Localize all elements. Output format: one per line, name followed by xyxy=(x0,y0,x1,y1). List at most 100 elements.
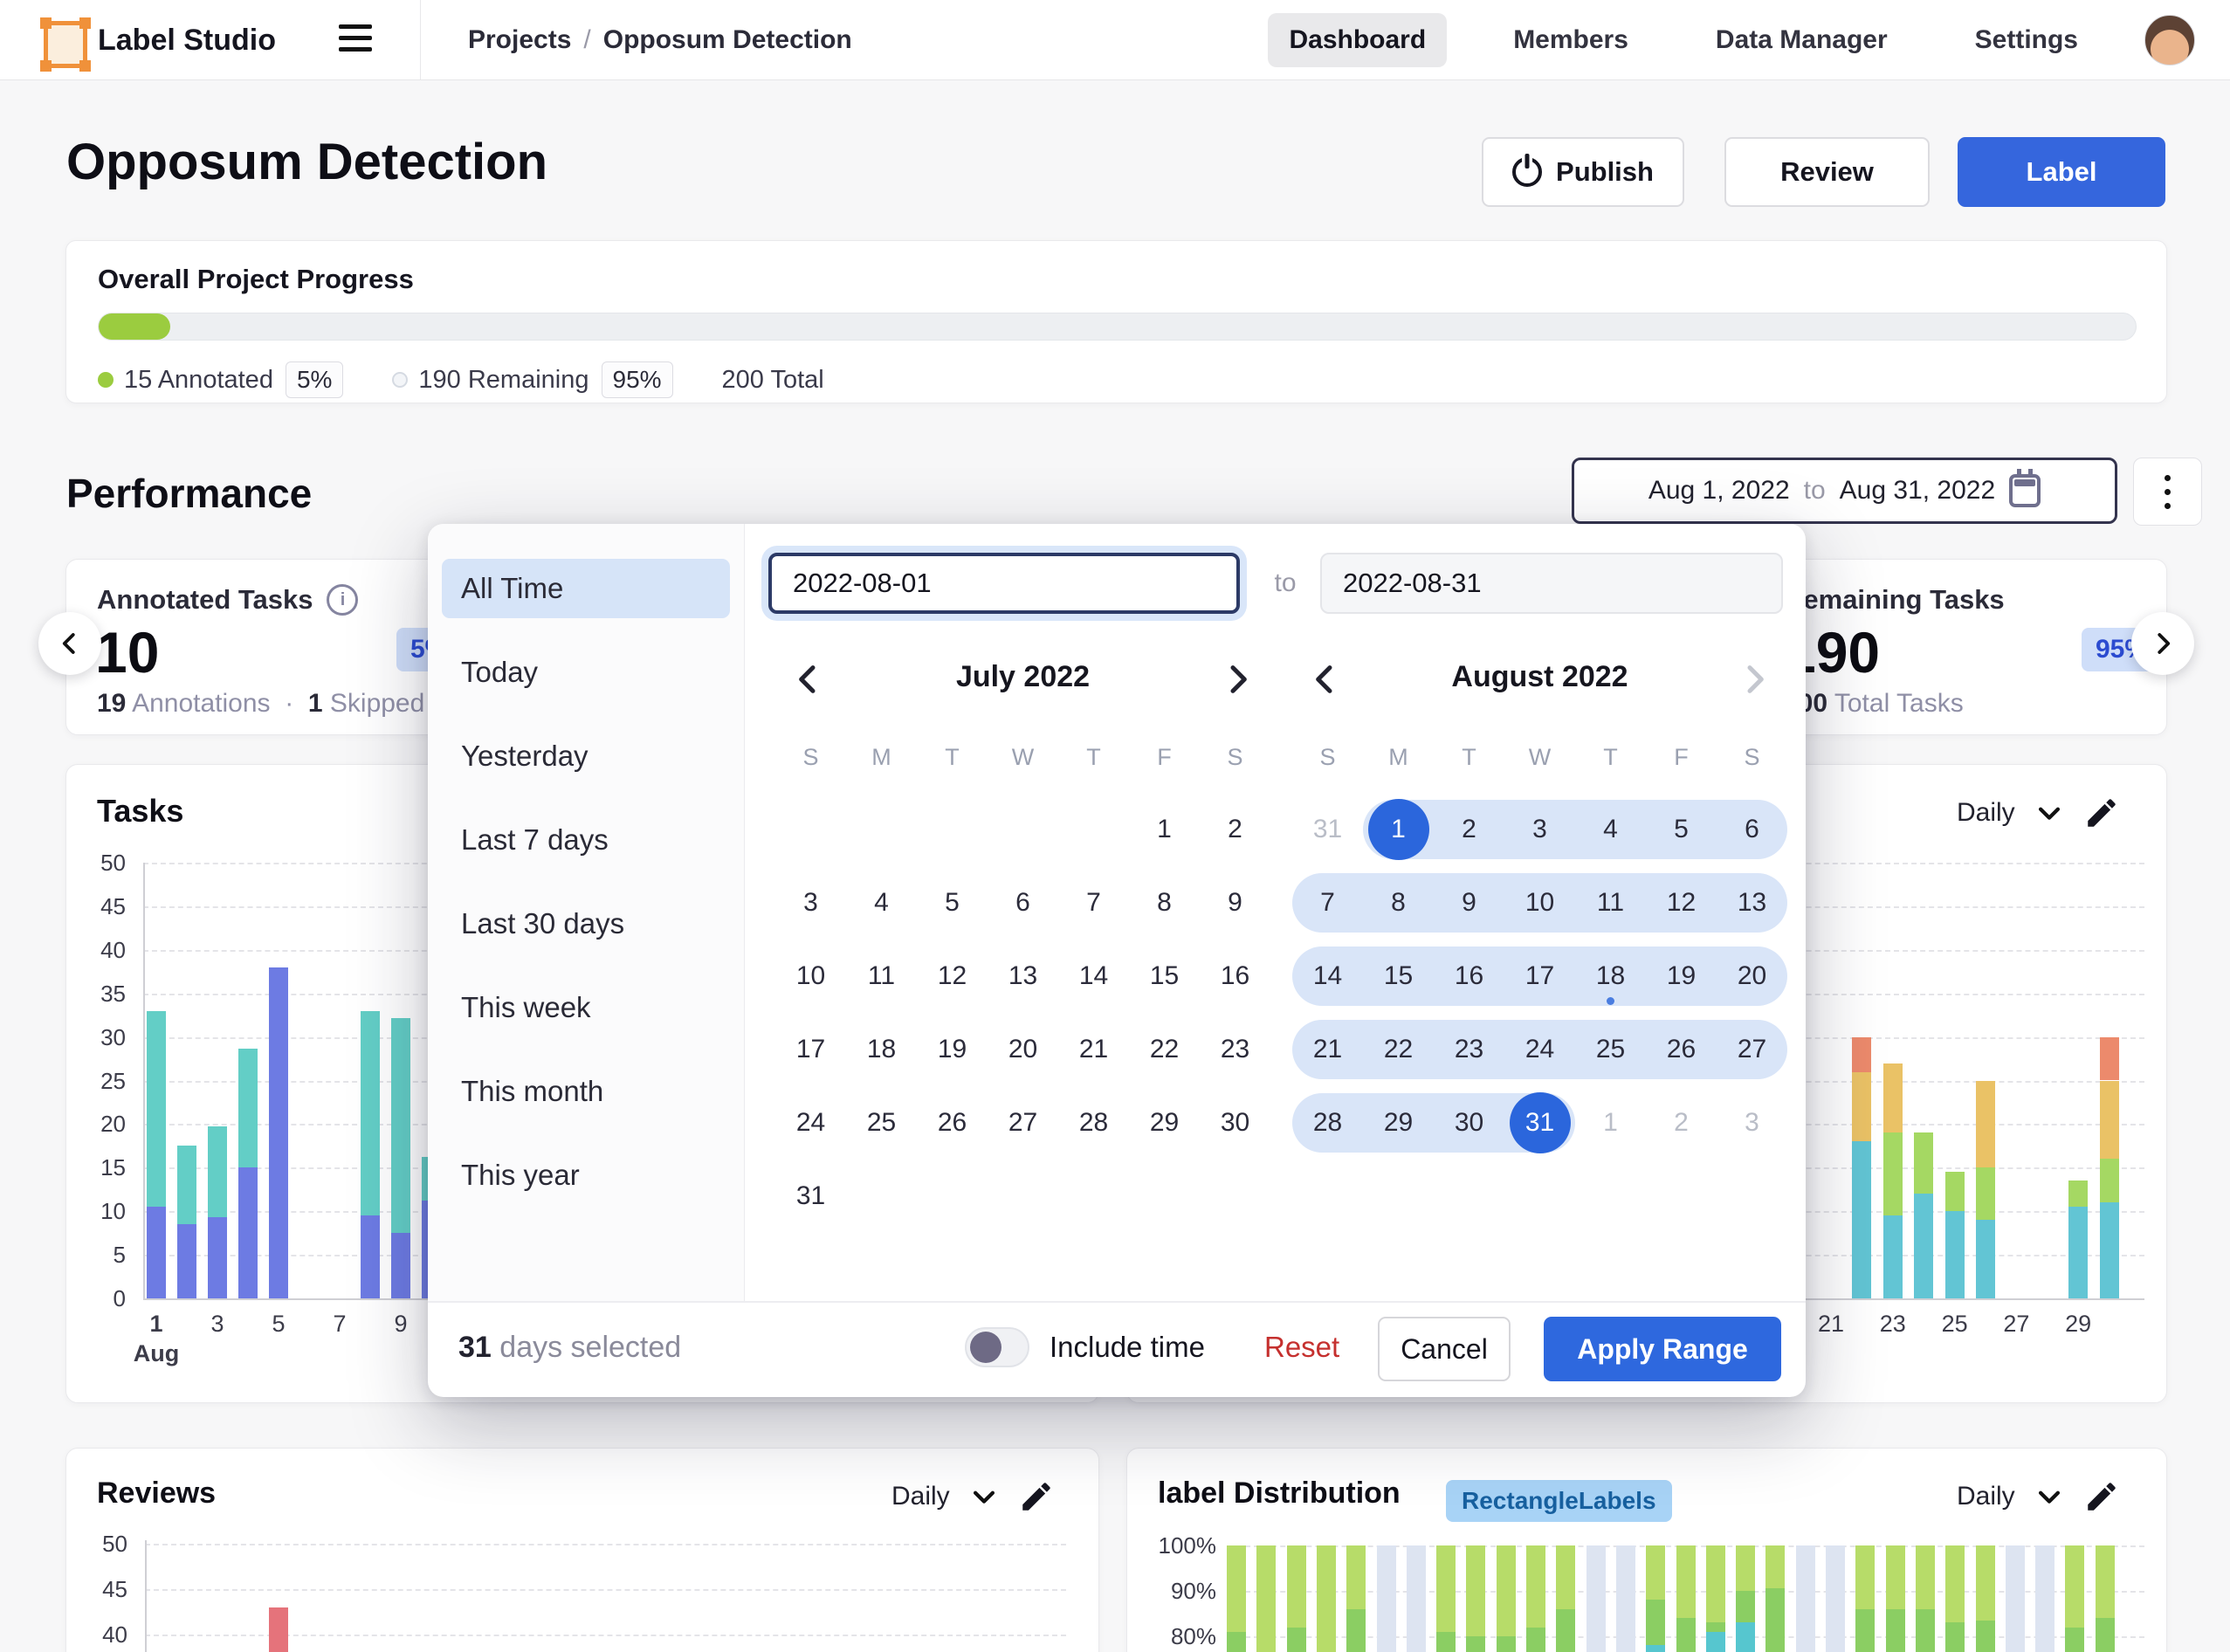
calendar-day-31[interactable]: 31 xyxy=(775,1160,846,1233)
calendar-day-15[interactable]: 15 xyxy=(1363,940,1434,1013)
tab-data-manager[interactable]: Data Manager xyxy=(1695,13,1909,67)
calendar-day-20[interactable]: 20 xyxy=(1717,940,1787,1013)
distribution-period-control[interactable]: Daily xyxy=(1957,1478,2120,1515)
calendar-day-11[interactable]: 11 xyxy=(1575,866,1646,940)
calendar-day-9[interactable]: 9 xyxy=(1200,866,1270,940)
calendar-day-31[interactable]: 31 xyxy=(1504,1086,1575,1160)
calendar-day-24[interactable]: 24 xyxy=(1504,1013,1575,1086)
calendar-day-14[interactable]: 14 xyxy=(1292,940,1363,1013)
calendar-day-4[interactable]: 4 xyxy=(846,866,917,940)
calendar-day-26[interactable]: 26 xyxy=(1646,1013,1717,1086)
preset-this-week[interactable]: This week xyxy=(442,978,730,1037)
calendar-day-7[interactable]: 7 xyxy=(1058,866,1129,940)
calendar-day-4[interactable]: 4 xyxy=(1575,793,1646,866)
breadcrumb-projects[interactable]: Projects xyxy=(468,25,571,54)
calendar-day-6[interactable]: 6 xyxy=(988,866,1058,940)
preset-today[interactable]: Today xyxy=(442,643,730,702)
calendar-day-10[interactable]: 10 xyxy=(1504,866,1575,940)
calendar-day-21[interactable]: 21 xyxy=(1292,1013,1363,1086)
tab-dashboard[interactable]: Dashboard xyxy=(1268,13,1447,67)
info-icon[interactable]: i xyxy=(327,584,358,616)
preset-yesterday[interactable]: Yesterday xyxy=(442,726,730,786)
start-date-input[interactable]: 2022-08-01 xyxy=(768,553,1240,614)
calendar-day-21[interactable]: 21 xyxy=(1058,1013,1129,1086)
calendar-day-22[interactable]: 22 xyxy=(1363,1013,1434,1086)
calendar-day-3[interactable]: 3 xyxy=(1504,793,1575,866)
calendar-day-3[interactable]: 3 xyxy=(1717,1086,1787,1160)
calendar-day-16[interactable]: 16 xyxy=(1200,940,1270,1013)
cancel-button[interactable]: Cancel xyxy=(1378,1317,1511,1381)
calendar-day-16[interactable]: 16 xyxy=(1434,940,1504,1013)
calendar-day-3[interactable]: 3 xyxy=(775,866,846,940)
end-date-input[interactable]: 2022-08-31 xyxy=(1320,553,1783,614)
include-time-toggle[interactable] xyxy=(965,1327,1029,1367)
calendar-day-30[interactable]: 30 xyxy=(1434,1086,1504,1160)
calendar-day-9[interactable]: 9 xyxy=(1434,866,1504,940)
calendar-day-23[interactable]: 23 xyxy=(1200,1013,1270,1086)
calendar-day-6[interactable]: 6 xyxy=(1717,793,1787,866)
review-button[interactable]: Review xyxy=(1724,137,1930,207)
calendar-day-12[interactable]: 12 xyxy=(917,940,988,1013)
preset-all-time[interactable]: All Time xyxy=(442,559,730,618)
calendar-day-13[interactable]: 13 xyxy=(988,940,1058,1013)
calendar-day-27[interactable]: 27 xyxy=(988,1086,1058,1160)
calendar-day-25[interactable]: 25 xyxy=(846,1086,917,1160)
reset-link[interactable]: Reset xyxy=(1264,1331,1339,1364)
calendar-day-19[interactable]: 19 xyxy=(1646,940,1717,1013)
calendar-day-31[interactable]: 31 xyxy=(1292,793,1363,866)
calendar-day-17[interactable]: 17 xyxy=(775,1013,846,1086)
tab-members[interactable]: Members xyxy=(1492,13,1649,67)
carousel-next-button[interactable] xyxy=(2131,612,2194,675)
calendar-day-14[interactable]: 14 xyxy=(1058,940,1129,1013)
calendar-day-8[interactable]: 8 xyxy=(1363,866,1434,940)
calendar-day-27[interactable]: 27 xyxy=(1717,1013,1787,1086)
calendar-day-8[interactable]: 8 xyxy=(1129,866,1200,940)
calendar-day-28[interactable]: 28 xyxy=(1058,1086,1129,1160)
preset-this-year[interactable]: This year xyxy=(442,1146,730,1205)
calendar-day-17[interactable]: 17 xyxy=(1504,940,1575,1013)
calendar-day-29[interactable]: 29 xyxy=(1363,1086,1434,1160)
calendar-day-5[interactable]: 5 xyxy=(917,866,988,940)
label-button[interactable]: Label xyxy=(1958,137,2165,207)
calendar-day-5[interactable]: 5 xyxy=(1646,793,1717,866)
reviews-period-control[interactable]: Daily xyxy=(891,1478,1055,1515)
calendar-day-10[interactable]: 10 xyxy=(775,940,846,1013)
edit-pencil-icon[interactable] xyxy=(1018,1478,1055,1515)
annotations-period-control[interactable]: Daily xyxy=(1957,795,2120,831)
calendar-day-13[interactable]: 13 xyxy=(1717,866,1787,940)
calendar-day-15[interactable]: 15 xyxy=(1129,940,1200,1013)
calendar-day-24[interactable]: 24 xyxy=(775,1086,846,1160)
user-avatar[interactable] xyxy=(2144,15,2195,65)
calendar-day-23[interactable]: 23 xyxy=(1434,1013,1504,1086)
calendar-day-2[interactable]: 2 xyxy=(1646,1086,1717,1160)
preset-last-7-days[interactable]: Last 7 days xyxy=(442,810,730,870)
performance-menu-button[interactable] xyxy=(2133,458,2202,526)
calendar-day-28[interactable]: 28 xyxy=(1292,1086,1363,1160)
calendar-day-2[interactable]: 2 xyxy=(1200,793,1270,866)
publish-button[interactable]: Publish xyxy=(1482,137,1684,207)
edit-pencil-icon[interactable] xyxy=(2083,1478,2120,1515)
date-range-control[interactable]: Aug 1, 2022 to Aug 31, 2022 xyxy=(1572,458,2117,524)
calendar-day-12[interactable]: 12 xyxy=(1646,866,1717,940)
calendar-day-20[interactable]: 20 xyxy=(988,1013,1058,1086)
calendar-day-26[interactable]: 26 xyxy=(917,1086,988,1160)
calendar-day-25[interactable]: 25 xyxy=(1575,1013,1646,1086)
calendar-day-7[interactable]: 7 xyxy=(1292,866,1363,940)
preset-last-30-days[interactable]: Last 30 days xyxy=(442,894,730,953)
calendar-day-1[interactable]: 1 xyxy=(1129,793,1200,866)
next-month-icon[interactable] xyxy=(1220,662,1255,697)
calendar-day-22[interactable]: 22 xyxy=(1129,1013,1200,1086)
calendar-day-1[interactable]: 1 xyxy=(1575,1086,1646,1160)
calendar-day-1[interactable]: 1 xyxy=(1363,793,1434,866)
hamburger-menu-icon[interactable] xyxy=(339,24,374,56)
calendar-day-29[interactable]: 29 xyxy=(1129,1086,1200,1160)
edit-pencil-icon[interactable] xyxy=(2083,795,2120,831)
carousel-prev-button[interactable] xyxy=(38,612,101,675)
preset-this-month[interactable]: This month xyxy=(442,1062,730,1121)
apply-range-button[interactable]: Apply Range xyxy=(1544,1317,1781,1381)
calendar-day-18[interactable]: 18 xyxy=(846,1013,917,1086)
calendar-day-30[interactable]: 30 xyxy=(1200,1086,1270,1160)
calendar-day-11[interactable]: 11 xyxy=(846,940,917,1013)
calendar-day-2[interactable]: 2 xyxy=(1434,793,1504,866)
calendar-day-19[interactable]: 19 xyxy=(917,1013,988,1086)
